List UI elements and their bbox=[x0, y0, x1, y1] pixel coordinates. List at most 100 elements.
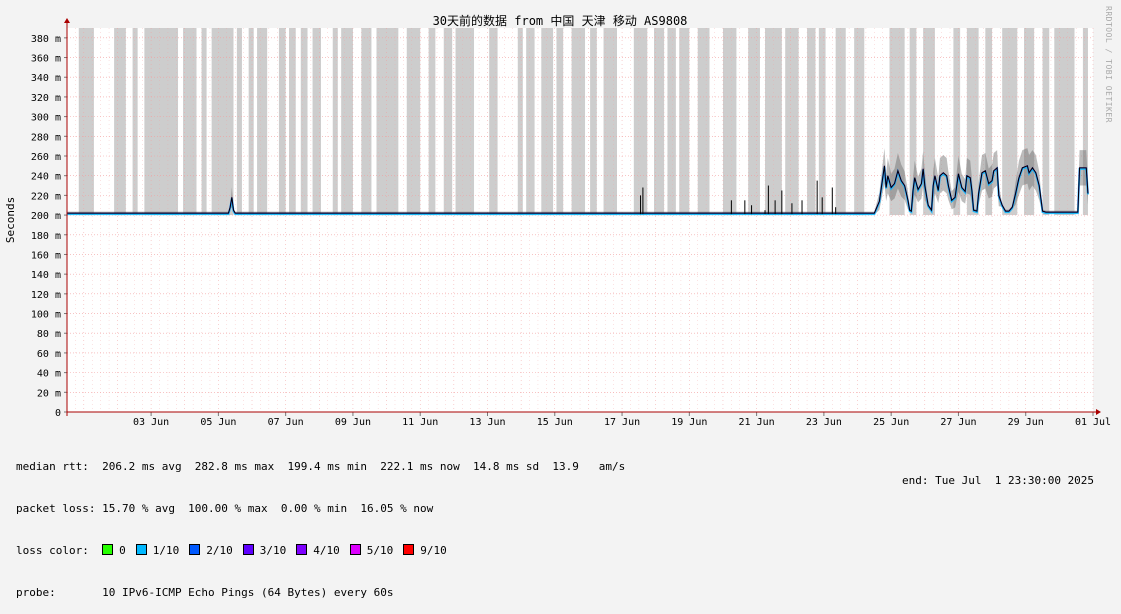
probe-line: probe: 10 IPv6-ICMP Echo Pings (64 Bytes… bbox=[16, 586, 394, 599]
x-tick-label: 27 Jun bbox=[940, 417, 976, 428]
loss-color-swatch bbox=[189, 544, 201, 555]
rrdtool-watermark: RRDTOOL / TOBI OETIKER bbox=[1104, 6, 1113, 123]
loss-band bbox=[78, 28, 94, 216]
loss-color-label: 5/10 bbox=[366, 544, 394, 557]
loss-band bbox=[332, 28, 338, 216]
y-tick-label: 0 bbox=[55, 408, 61, 419]
y-tick-label: 80 m bbox=[37, 329, 61, 340]
loss-band bbox=[526, 28, 535, 216]
loss-color-item: 4/10 bbox=[296, 544, 340, 557]
loss-band bbox=[590, 28, 597, 216]
median-rtt-line: median rtt: 206.2 ms avg 282.8 ms max 19… bbox=[16, 460, 626, 473]
loss-band bbox=[278, 28, 286, 216]
y-tick-label: 120 m bbox=[31, 290, 61, 301]
y-axis-arrow bbox=[64, 18, 70, 23]
x-tick-label: 07 Jun bbox=[268, 417, 304, 428]
loss-band bbox=[248, 28, 254, 216]
legend: median rtt: 206.2 ms avg 282.8 ms max 19… bbox=[16, 432, 625, 614]
x-tick-label: 17 Jun bbox=[604, 417, 640, 428]
x-tick-label: 21 Jun bbox=[739, 417, 775, 428]
loss-band bbox=[603, 28, 618, 216]
y-tick-label: 60 m bbox=[37, 349, 61, 360]
y-tick-label: 380 m bbox=[31, 34, 61, 45]
end-time: end: Tue Jul 1 23:30:00 2025 bbox=[902, 474, 1095, 487]
x-tick-label: 11 Jun bbox=[402, 417, 438, 428]
loss-color-label: 1/10 bbox=[152, 544, 180, 557]
loss-color-swatch bbox=[349, 544, 361, 555]
loss-band bbox=[114, 28, 126, 216]
loss-band bbox=[211, 28, 234, 216]
loss-band bbox=[818, 28, 826, 216]
loss-color-item: 1/10 bbox=[135, 544, 180, 557]
loss-color-item: 3/10 bbox=[242, 544, 287, 557]
loss-band bbox=[289, 28, 296, 216]
loss-color-swatch bbox=[242, 544, 254, 555]
loss-color-item: 0 bbox=[102, 544, 126, 557]
x-axis-arrow bbox=[1096, 409, 1101, 415]
loss-band bbox=[697, 28, 710, 216]
loss-band bbox=[341, 28, 353, 216]
loss-band bbox=[201, 28, 207, 216]
y-tick-label: 280 m bbox=[31, 132, 61, 143]
loss-color-item: 9/10 bbox=[403, 544, 447, 557]
x-tick-label: 23 Jun bbox=[806, 417, 842, 428]
loss-color-item: 2/10 bbox=[189, 544, 233, 557]
loss-color-label: 0 bbox=[119, 544, 126, 557]
loss-band bbox=[517, 28, 523, 216]
loss-band bbox=[1042, 28, 1050, 216]
loss-band bbox=[257, 28, 268, 216]
loss-band bbox=[541, 28, 554, 216]
y-tick-label: 320 m bbox=[31, 93, 61, 104]
x-tick-label: 15 Jun bbox=[537, 417, 573, 428]
loss-color-label: 4/10 bbox=[313, 544, 340, 557]
loss-band bbox=[312, 28, 321, 216]
loss-color-swatch bbox=[296, 544, 308, 555]
loss-band bbox=[785, 28, 799, 216]
loss-color-swatch bbox=[102, 544, 114, 555]
loss-band bbox=[132, 28, 138, 216]
latency-chart: 0 20 m 40 m 60 m 80 m 100 m 120 m 140 m 160 m 180… bbox=[4, 13, 1111, 428]
loss-band bbox=[443, 28, 453, 216]
y-tick-label: 260 m bbox=[31, 152, 61, 163]
x-tick-label: 09 Jun bbox=[335, 417, 371, 428]
loss-color-item: 5/10 bbox=[349, 544, 394, 557]
loss-color-label: loss color: bbox=[16, 544, 89, 557]
loss-band bbox=[667, 28, 676, 216]
y-tick-label: 100 m bbox=[31, 310, 61, 321]
loss-color-label: 9/10 bbox=[420, 544, 447, 557]
loss-color-swatch bbox=[403, 544, 415, 555]
loss-band bbox=[144, 28, 179, 216]
packet-loss-line: packet loss: 15.70 % avg 100.00 % max 0.… bbox=[16, 502, 434, 515]
loss-band bbox=[428, 28, 436, 216]
y-tick-label: 360 m bbox=[31, 54, 61, 65]
loss-band bbox=[300, 28, 308, 216]
loss-band bbox=[1054, 28, 1075, 216]
loss-band bbox=[183, 28, 197, 216]
loss-band bbox=[236, 28, 242, 216]
x-tick-label: 03 Jun bbox=[133, 417, 169, 428]
x-tick-label: 05 Jun bbox=[200, 417, 236, 428]
loss-band bbox=[854, 28, 865, 216]
y-tick-label: 140 m bbox=[31, 270, 61, 281]
x-tick-label: 29 Jun bbox=[1008, 417, 1044, 428]
y-tick-label: 300 m bbox=[31, 113, 61, 124]
loss-band bbox=[455, 28, 475, 216]
loss-color-swatch bbox=[135, 544, 147, 555]
loss-color-label: 3/10 bbox=[259, 544, 287, 557]
loss-band bbox=[571, 28, 586, 216]
loss-band bbox=[633, 28, 648, 216]
loss-band bbox=[722, 28, 737, 216]
loss-band bbox=[489, 28, 498, 216]
x-tick-label: 19 Jun bbox=[671, 417, 707, 428]
y-axis-label: Seconds bbox=[4, 197, 17, 243]
y-tick-label: 20 m bbox=[37, 388, 61, 399]
y-tick-label: 160 m bbox=[31, 250, 61, 261]
loss-band bbox=[748, 28, 760, 216]
y-tick-label: 240 m bbox=[31, 172, 61, 183]
loss-color-label: 2/10 bbox=[206, 544, 233, 557]
y-tick-label: 220 m bbox=[31, 191, 61, 202]
x-tick-label: 01 Jul bbox=[1075, 417, 1111, 428]
loss-color-line: loss color: 0 1/10 2/10 3/10 4/10 5/10 9/10 bbox=[16, 544, 625, 558]
y-tick-label: 340 m bbox=[31, 73, 61, 84]
x-tick-label: 25 Jun bbox=[873, 417, 909, 428]
